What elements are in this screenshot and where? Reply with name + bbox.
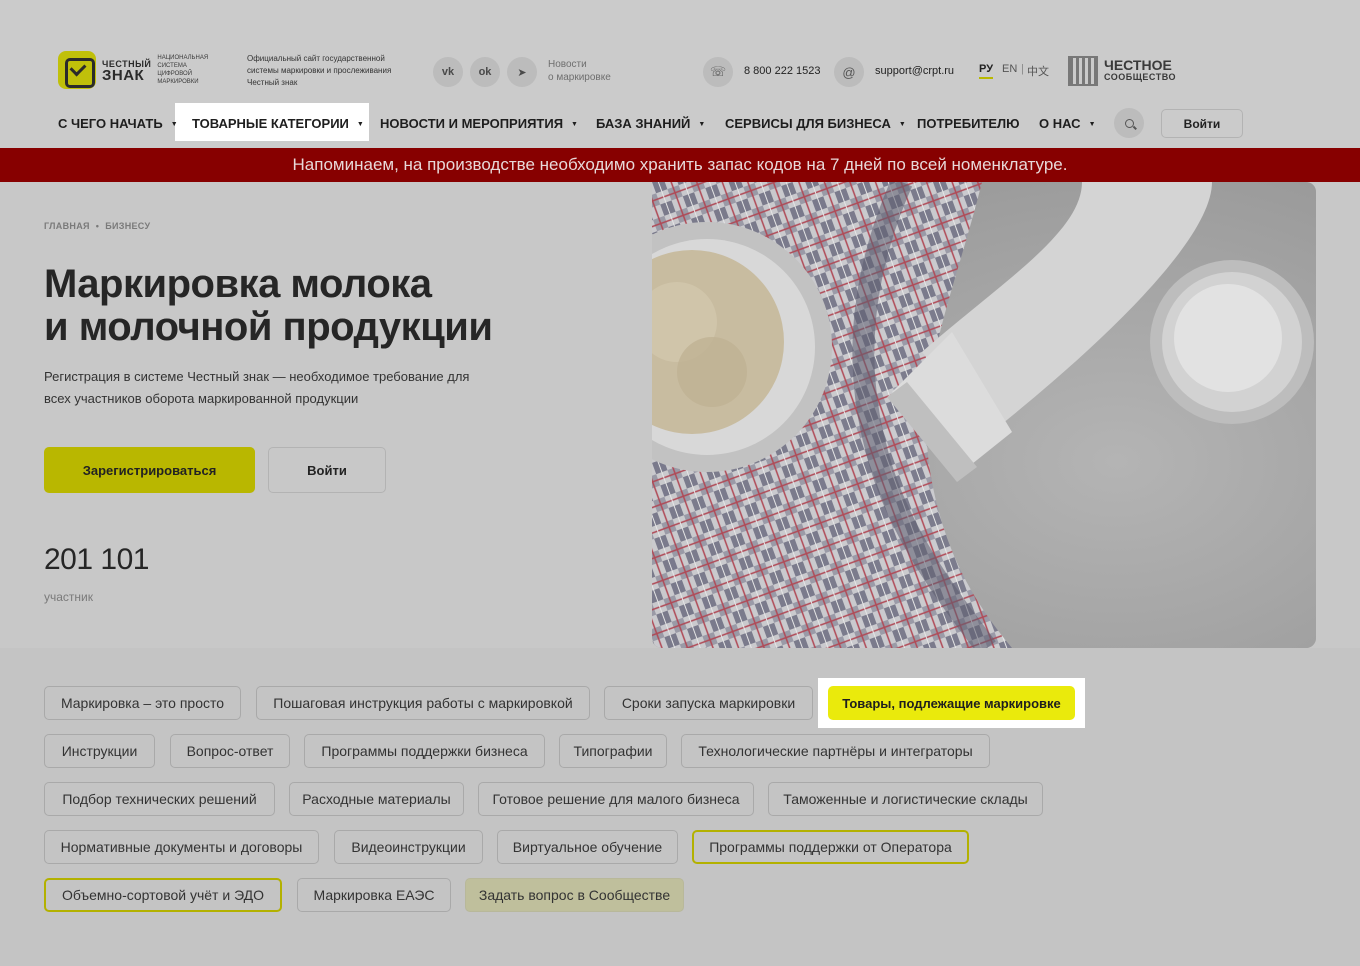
page-title: Маркировка молока и молочной продукции bbox=[44, 262, 493, 349]
participants-label: участник bbox=[44, 590, 94, 604]
caret-down-icon: ▼ bbox=[571, 121, 578, 128]
tag-business-support[interactable]: Программы поддержки бизнеса bbox=[304, 734, 545, 768]
tag-tech-solutions[interactable]: Подбор технических решений bbox=[44, 782, 275, 816]
tag-step-by-step-guide[interactable]: Пошаговая инструкция работы с маркировко… bbox=[256, 686, 590, 720]
search-icon bbox=[1124, 118, 1134, 128]
news-link-line2: о маркировке bbox=[548, 72, 611, 83]
tag-tech-partners[interactable]: Технологические партнёры и интеграторы bbox=[681, 734, 990, 768]
tag-marking-simple[interactable]: Маркировка – это просто bbox=[44, 686, 241, 720]
tag-goods-subject-to-marking[interactable]: Товары, подлежащие маркировке bbox=[828, 686, 1075, 720]
community-line2: СООБЩЕСТВО bbox=[1104, 72, 1176, 82]
nav-item-consumer[interactable]: ПОТРЕБИТЕЛЮ bbox=[917, 116, 1020, 131]
breadcrumb-home[interactable]: ГЛАВНАЯ bbox=[44, 221, 90, 231]
site-description: Официальный сайт государственной системы… bbox=[247, 54, 392, 87]
logo-line2: ЗНАК bbox=[102, 67, 145, 84]
nav-item-start[interactable]: С ЧЕГО НАЧАТЬ ▼ bbox=[58, 116, 178, 131]
nav-item-news[interactable]: НОВОСТИ И МЕРОПРИЯТИЯ ▼ bbox=[380, 116, 578, 131]
caret-down-icon: ▼ bbox=[1088, 121, 1096, 128]
nav-item-about[interactable]: О НАС ▼ bbox=[1039, 116, 1096, 131]
tag-operator-support[interactable]: Программы поддержки от Оператора bbox=[692, 830, 969, 864]
register-button[interactable]: Зарегистрироваться bbox=[44, 447, 255, 493]
qr-code-icon bbox=[1068, 56, 1098, 86]
lang-zh[interactable]: 中文 bbox=[1027, 63, 1049, 79]
breadcrumb-business[interactable]: БИЗНЕСУ bbox=[105, 221, 150, 231]
nav-item-categories[interactable]: ТОВАРНЫЕ КАТЕГОРИИ ▼ bbox=[192, 116, 364, 131]
caret-down-icon: ▼ bbox=[698, 121, 706, 128]
vk-icon[interactable]: vk bbox=[433, 57, 463, 87]
lang-ru[interactable]: РУ bbox=[979, 63, 994, 79]
tag-video-instructions[interactable]: Видеоинструкции bbox=[334, 830, 483, 864]
breadcrumb: ГЛАВНАЯ • БИЗНЕСУ bbox=[44, 221, 151, 231]
tag-launch-dates[interactable]: Сроки запуска маркировки bbox=[604, 686, 813, 720]
tag-customs-warehouses[interactable]: Таможенные и логистические склады bbox=[768, 782, 1043, 816]
community-link[interactable]: ЧЕСТНОЕ СООБЩЕСТВО bbox=[1068, 56, 1176, 86]
telegram-icon[interactable]: ➤ bbox=[507, 57, 537, 87]
phone-icon: ☏ bbox=[703, 57, 733, 87]
caret-down-icon: ▼ bbox=[356, 121, 364, 128]
nav-item-services[interactable]: СЕРВИСЫ ДЛЯ БИЗНЕСА ▼ bbox=[725, 116, 906, 131]
caret-down-icon: ▼ bbox=[898, 121, 906, 128]
logo-subtitle: национальная система цифровой маркировки bbox=[157, 55, 209, 85]
phone-number[interactable]: 8 800 222 1523 bbox=[744, 65, 820, 77]
hero-login-button[interactable]: Войти bbox=[268, 447, 386, 493]
tag-eaeu-marking[interactable]: Маркировка ЕАЭС bbox=[297, 878, 451, 912]
lang-divider: | bbox=[1021, 63, 1024, 75]
community-line1: ЧЕСТНОЕ bbox=[1104, 57, 1172, 73]
news-link-line1: Новости bbox=[548, 59, 587, 70]
tag-small-business[interactable]: Готовое решение для малого бизнеса bbox=[478, 782, 754, 816]
lang-en[interactable]: EN bbox=[1002, 63, 1017, 75]
participants-count: 201 101 bbox=[44, 543, 149, 576]
caret-down-icon: ▼ bbox=[170, 121, 178, 128]
hero-photo-dairy bbox=[652, 182, 1316, 648]
ok-icon[interactable]: ok bbox=[470, 57, 500, 87]
news-link[interactable]: Новости о маркировке bbox=[548, 58, 611, 84]
support-email[interactable]: support@crpt.ru bbox=[875, 65, 954, 77]
tag-printers[interactable]: Типографии bbox=[559, 734, 667, 768]
site-logo[interactable]: ЧЕСТНЫЙ ЗНАК национальная система цифров… bbox=[58, 51, 221, 89]
announcement-banner: Напоминаем, на производстве необходимо х… bbox=[0, 148, 1360, 182]
hero-lead: Регистрация в системе Честный знак — нео… bbox=[44, 369, 470, 406]
tag-virtual-training[interactable]: Виртуальное обучение bbox=[497, 830, 678, 864]
tag-regulations[interactable]: Нормативные документы и договоры bbox=[44, 830, 319, 864]
email-icon: @ bbox=[834, 57, 864, 87]
tag-instructions[interactable]: Инструкции bbox=[44, 734, 155, 768]
tag-ask-community[interactable]: Задать вопрос в Сообществе bbox=[465, 878, 684, 912]
logo-check-icon bbox=[58, 51, 96, 89]
nav-item-knowledge[interactable]: БАЗА ЗНАНИЙ ▼ bbox=[596, 116, 705, 131]
search-button[interactable] bbox=[1114, 108, 1144, 138]
tag-consumables[interactable]: Расходные материалы bbox=[289, 782, 464, 816]
tag-faq[interactable]: Вопрос-ответ bbox=[170, 734, 290, 768]
header-login-button[interactable]: Войти bbox=[1161, 109, 1243, 138]
tag-volume-accounting-edo[interactable]: Объемно-сортовой учёт и ЭДО bbox=[44, 878, 282, 912]
